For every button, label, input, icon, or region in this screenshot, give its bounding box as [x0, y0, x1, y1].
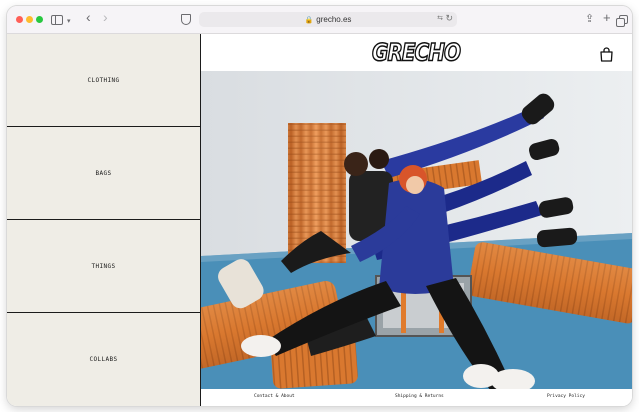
nav-bags[interactable]: BAGS [7, 127, 200, 220]
main-content: GRECHO Contact & About Shipping & Return… [201, 34, 632, 406]
sidebar-icon[interactable] [51, 15, 63, 25]
forward-arrow-icon[interactable]: › [103, 10, 108, 24]
browser-window: ▾ ‹ › 🔒 grecho.es ⇆ ↻ ⇪ + CLOTHING BAGS … [7, 6, 632, 406]
zoom-window-button[interactable] [36, 16, 43, 23]
hero-image [201, 71, 632, 389]
site-footer: Contact & About Shipping & Returns Priva… [201, 389, 632, 406]
back-arrow-icon[interactable]: ‹ [86, 10, 91, 24]
nav-things[interactable]: THINGS [7, 220, 200, 313]
contact-about-link[interactable]: Contact & About [254, 394, 295, 399]
address-bar[interactable]: 🔒 grecho.es ⇆ ↻ [199, 12, 457, 27]
translate-icon[interactable]: ⇆ [437, 14, 443, 22]
web-page: CLOTHING BAGS THINGS COLLABS GRECHO Cont… [7, 34, 632, 406]
lock-icon: 🔒 [304, 16, 314, 24]
shield-icon[interactable] [181, 14, 191, 25]
logo-text: GRECHO [371, 37, 461, 67]
tabs-icon[interactable] [616, 15, 628, 27]
share-icon[interactable]: ⇪ [585, 13, 594, 26]
shipping-returns-link[interactable]: Shipping & Returns [395, 394, 444, 399]
category-nav: CLOTHING BAGS THINGS COLLABS [7, 34, 201, 406]
shopping-bag-icon[interactable] [600, 47, 613, 62]
close-window-button[interactable] [16, 16, 23, 23]
reload-icon[interactable]: ↻ [445, 13, 453, 24]
chevron-down-icon[interactable]: ▾ [67, 15, 71, 28]
minimize-window-button[interactable] [26, 16, 33, 23]
url-text: grecho.es [316, 15, 352, 24]
nav-clothing[interactable]: CLOTHING [7, 34, 200, 127]
site-logo[interactable]: GRECHO [371, 37, 461, 67]
plus-icon[interactable]: + [603, 11, 611, 24]
browser-toolbar: ▾ ‹ › 🔒 grecho.es ⇆ ↻ ⇪ + [7, 6, 632, 34]
nav-collabs[interactable]: COLLABS [7, 313, 200, 406]
privacy-policy-link[interactable]: Privacy Policy [547, 394, 585, 399]
